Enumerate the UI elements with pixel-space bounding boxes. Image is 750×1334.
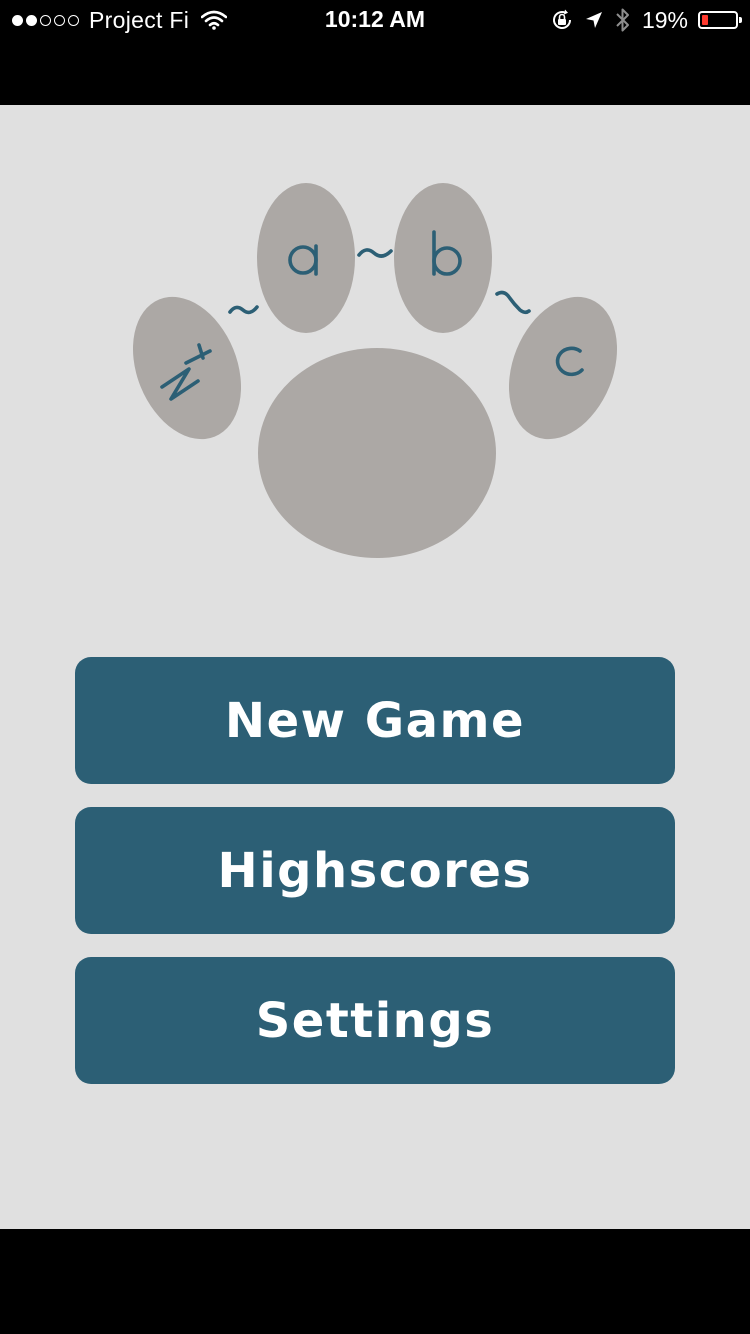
highscores-button[interactable]: Highscores — [75, 807, 675, 934]
battery-level-fill — [702, 15, 708, 25]
paw-toe-right — [508, 296, 618, 440]
paw-pad — [258, 348, 496, 558]
main-content: New Game Highscores Settings — [0, 105, 750, 1229]
location-arrow-icon — [585, 12, 602, 28]
bottom-bar — [0, 1229, 750, 1334]
paw-logo — [132, 183, 618, 558]
battery-icon — [698, 11, 742, 29]
orientation-lock-icon — [552, 9, 571, 29]
status-right-group: 19% — [550, 6, 742, 34]
new-game-button[interactable]: New Game — [75, 657, 675, 784]
bluetooth-icon — [616, 8, 629, 32]
tilde-left — [228, 305, 259, 315]
settings-button[interactable]: Settings — [75, 957, 675, 1084]
battery-percent: 19% — [641, 6, 688, 33]
paw-print — [132, 183, 618, 558]
paw-toe-center-right — [394, 183, 492, 333]
status-bar: Project Fi 10:12 AM 19% — [0, 0, 750, 40]
tilde-middle — [357, 248, 393, 258]
tilde-right — [495, 290, 531, 315]
paw-toe-center-left — [257, 183, 355, 333]
battery-cap — [739, 17, 742, 23]
navigation-bar — [0, 40, 750, 105]
